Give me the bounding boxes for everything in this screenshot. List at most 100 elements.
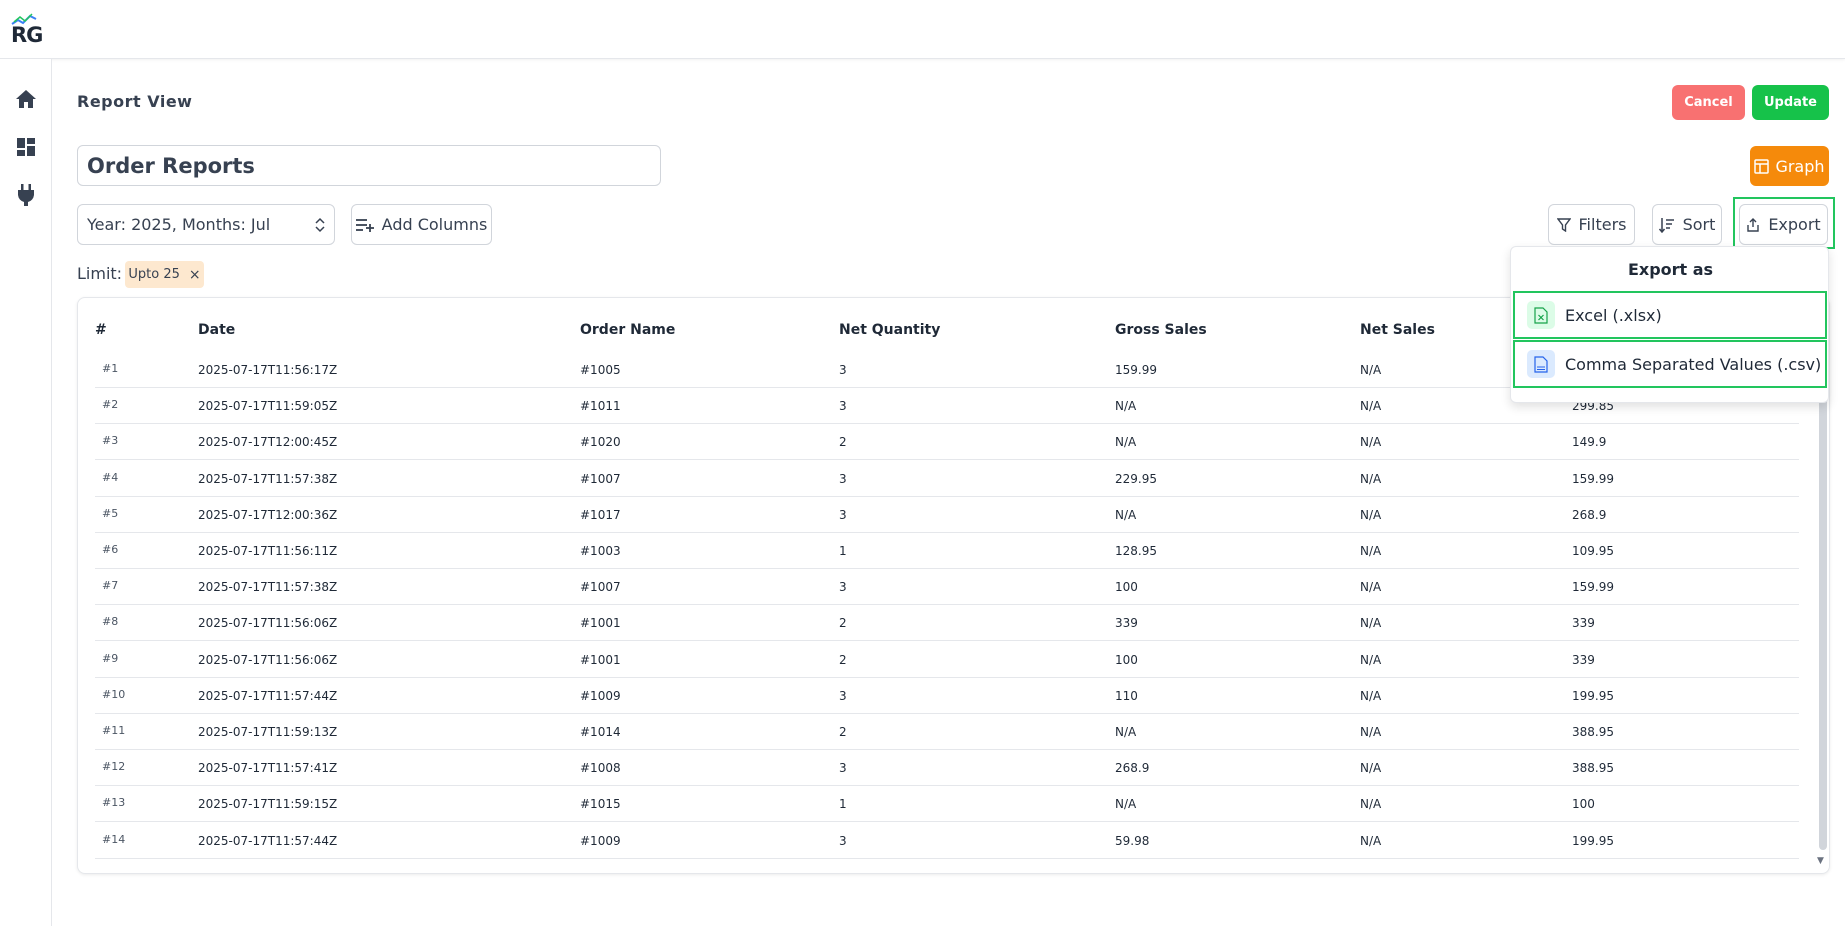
table-row[interactable]: #7 2025-07-17T11:57:38Z #1007 3 100 N/A 159.99 <box>95 569 1799 606</box>
excel-file-icon <box>1527 301 1555 329</box>
sidebar-item-integrations[interactable] <box>14 183 38 207</box>
table-cell: #12 <box>102 760 126 774</box>
table-cell: 149.9 <box>1572 435 1607 450</box>
sidebar-item-home[interactable] <box>14 87 38 111</box>
table-cell: 388.95 <box>1572 725 1614 739</box>
table-cell: 159.99 <box>1115 363 1157 377</box>
playlist-add-icon <box>355 218 374 232</box>
table-scrollbar[interactable] <box>1819 382 1827 850</box>
table-row[interactable]: #14 2025-07-17T11:57:44Z #1009 3 59.98 N/A 199… <box>95 823 1799 859</box>
table-cell: 339 <box>1572 616 1595 631</box>
column-header[interactable]: Gross Sales <box>1115 322 1207 338</box>
table-cell: 1 <box>839 544 847 558</box>
table-row[interactable]: #3 2025-07-17T12:00:45Z #1020 2 N/A N/A 149.9 <box>95 424 1799 461</box>
scroll-down-arrow-icon[interactable]: ▼ <box>1817 856 1824 866</box>
table-cell: 3 <box>839 761 847 776</box>
table-row[interactable]: #5 2025-07-17T12:00:36Z #1017 3 N/A N/A 268.9 <box>95 497 1799 533</box>
add-columns-button[interactable]: Add Columns <box>351 204 492 245</box>
export-label: Export <box>1768 215 1821 234</box>
table-cell: 109.95 <box>1572 544 1614 558</box>
add-columns-label: Add Columns <box>381 215 488 234</box>
cancel-button[interactable]: Cancel <box>1672 85 1745 120</box>
table-cell: 3 <box>839 363 847 377</box>
table-cell: #10 <box>102 687 126 701</box>
table-cell: 2 <box>839 435 847 450</box>
table-cell: #1011 <box>580 399 621 414</box>
table-cell: #11 <box>102 724 126 737</box>
table-cell: 159.99 <box>1572 471 1614 486</box>
table-cell: N/A <box>1360 544 1382 558</box>
table-cell: N/A <box>1360 507 1382 522</box>
graph-button-label: Graph <box>1775 156 1825 176</box>
table-cell: 2025-07-17T12:00:45Z <box>198 435 338 450</box>
export-dropdown-title: Export as <box>1627 260 1714 279</box>
table-row[interactable]: #8 2025-07-17T11:56:06Z #1001 2 339 N/A 339 <box>95 605 1799 642</box>
table-row[interactable]: #11 2025-07-17T11:59:13Z #1014 2 N/A N/A 388.9… <box>95 714 1799 750</box>
table-row[interactable]: #9 2025-07-17T11:56:06Z #1001 2 100 N/A 339 <box>95 642 1799 678</box>
chevron-updown-icon <box>315 217 325 232</box>
table-cell: 2025-07-17T11:59:15Z <box>198 797 338 812</box>
table-cell: #1009 <box>580 688 621 703</box>
date-filter-select[interactable]: Year: 2025, Months: Jul <box>77 204 335 245</box>
update-button[interactable]: Update <box>1752 85 1829 120</box>
filter-icon <box>1556 217 1571 232</box>
graph-button[interactable]: Graph <box>1750 146 1829 186</box>
filters-label: Filters <box>1578 215 1627 234</box>
table-cell: #13 <box>102 796 126 810</box>
table-cell: #3 <box>102 434 119 448</box>
table-cell: 388.95 <box>1572 761 1614 776</box>
home-icon <box>16 90 36 108</box>
table-cell: 128.95 <box>1115 544 1157 558</box>
table-cell: N/A <box>1360 833 1382 848</box>
table-cell: #1020 <box>580 435 621 450</box>
export-csv-option[interactable]: Comma Separated Values (.csv) <box>1513 340 1827 388</box>
table-cell: #1014 <box>580 725 621 739</box>
top-bar: RG <box>0 0 1845 59</box>
table-cell: 2 <box>839 725 847 739</box>
export-csv-label: Comma Separated Values (.csv) <box>1565 354 1822 374</box>
close-icon[interactable]: × <box>189 267 201 283</box>
table-cell: 268.9 <box>1572 507 1607 522</box>
table-cell: #1005 <box>580 363 621 377</box>
table-cell: 2025-07-17T11:57:38Z <box>198 471 338 486</box>
column-header[interactable]: Net Quantity <box>839 322 940 338</box>
table-row[interactable]: #4 2025-07-17T11:57:38Z #1007 3 229.95 N/A 159… <box>95 461 1799 497</box>
table-cell: N/A <box>1360 399 1382 414</box>
table-row[interactable]: #13 2025-07-17T11:59:15Z #1015 1 N/A N/A 100 <box>95 786 1799 823</box>
table-cell: 229.95 <box>1115 471 1157 486</box>
date-filter-value: Year: 2025, Months: Jul <box>87 215 271 234</box>
table-cell: #1 <box>102 362 119 375</box>
report-name-input[interactable]: Order Reports <box>77 145 661 186</box>
column-header[interactable]: Net Sales <box>1360 322 1435 338</box>
table-cell: 2025-07-17T11:57:41Z <box>198 761 338 776</box>
table-cell: 2025-07-17T11:56:11Z <box>198 544 338 558</box>
table-cell: 2025-07-17T11:57:44Z <box>198 833 338 848</box>
export-dropdown: Export as Excel (.xlsx) Comma Separated … <box>1510 246 1829 403</box>
table-cell: N/A <box>1360 616 1382 631</box>
table-cell: #2 <box>102 398 119 412</box>
column-header[interactable]: # <box>95 322 107 338</box>
sort-button[interactable]: Sort <box>1652 204 1722 245</box>
table-cell: N/A <box>1360 797 1382 812</box>
table-cell: N/A <box>1115 399 1137 414</box>
table-cell: 2025-07-17T11:59:05Z <box>198 399 338 414</box>
table-cell: N/A <box>1360 725 1382 739</box>
table-row[interactable]: #10 2025-07-17T11:57:44Z #1009 3 110 N/A 199.9… <box>95 678 1799 714</box>
table-row[interactable]: #12 2025-07-17T11:57:41Z #1008 3 268.9 N/A 388… <box>95 750 1799 787</box>
table-cell: N/A <box>1360 363 1382 377</box>
table-cell: 110 <box>1115 688 1138 703</box>
filters-button[interactable]: Filters <box>1548 204 1635 245</box>
sort-label: Sort <box>1682 215 1716 234</box>
table-row[interactable]: #6 2025-07-17T11:56:11Z #1003 1 128.95 N/A 109… <box>95 533 1799 569</box>
table-cell: #1001 <box>580 616 621 631</box>
column-header[interactable]: Order Name <box>580 322 675 338</box>
export-xlsx-option[interactable]: Excel (.xlsx) <box>1513 291 1827 339</box>
table-cell: 100 <box>1572 797 1595 812</box>
table-cell: N/A <box>1360 435 1382 450</box>
limit-chip-label: Upto 25 <box>128 267 180 282</box>
csv-file-icon <box>1527 350 1555 378</box>
column-header[interactable]: Date <box>198 322 235 338</box>
sidebar: M <box>0 59 52 926</box>
sidebar-item-dashboard[interactable] <box>14 135 38 159</box>
export-button[interactable]: Export <box>1739 204 1828 245</box>
